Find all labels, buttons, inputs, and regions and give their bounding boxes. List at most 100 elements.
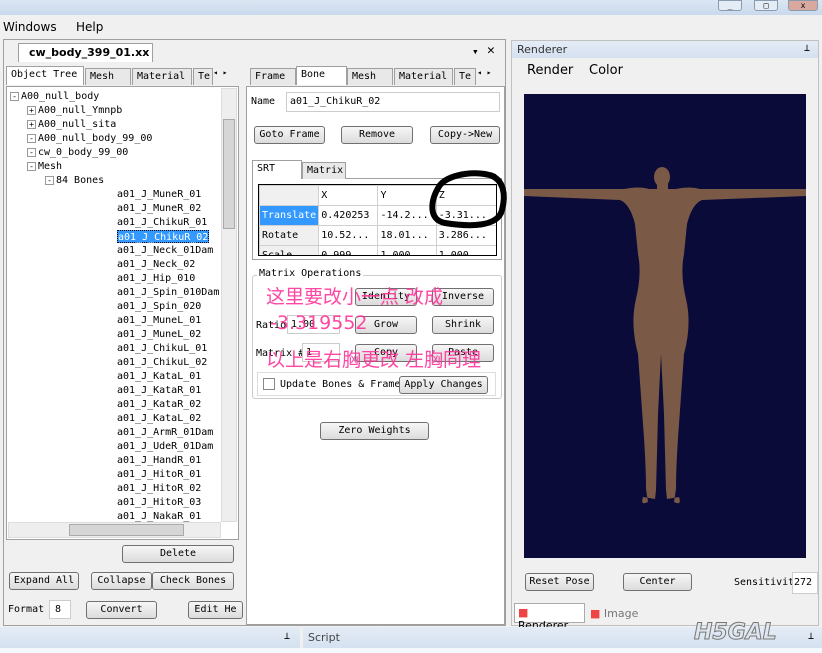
- tree-item[interactable]: a01_J_HitoR_02: [117, 482, 201, 495]
- tab-material[interactable]: Material: [132, 68, 192, 85]
- tab-matrix[interactable]: Matrix: [302, 162, 346, 179]
- tree-item[interactable]: a01_J_HitoR_03: [117, 496, 201, 509]
- tree-item-label: a01_J_Spin_020: [117, 301, 202, 312]
- tree-item[interactable]: a01_J_Hip_010: [117, 272, 195, 285]
- tab-object-tree[interactable]: Object Tree: [6, 66, 84, 85]
- cell[interactable]: 10.52...: [318, 225, 379, 246]
- check-bones-button[interactable]: Check Bones: [152, 572, 234, 590]
- collapse-icon[interactable]: -: [45, 175, 54, 185]
- edit-hex-button[interactable]: Edit He: [188, 601, 243, 619]
- apply-changes-button[interactable]: Apply Changes: [399, 376, 488, 394]
- remove-button[interactable]: Remove: [341, 126, 413, 144]
- close-window-button[interactable]: x: [788, 0, 818, 11]
- expand-all-button[interactable]: Expand All: [9, 572, 79, 590]
- cell[interactable]: 1.000: [435, 245, 496, 255]
- reset-pose-button[interactable]: Reset Pose: [525, 573, 594, 591]
- collapse-icon[interactable]: -: [27, 147, 36, 157]
- col-x: X: [318, 185, 379, 206]
- name-input[interactable]: a01_J_ChikuR_02: [286, 92, 500, 112]
- tree-item[interactable]: a01_J_KataL_01: [117, 370, 201, 383]
- collapse-icon[interactable]: -: [27, 161, 36, 171]
- tree-item[interactable]: a01_J_Spin_010Dam: [117, 286, 219, 299]
- tree-item[interactable]: a01_J_ChikuL_02: [117, 356, 207, 369]
- center-button[interactable]: Center: [623, 573, 692, 591]
- menu-color[interactable]: Color: [589, 63, 623, 78]
- goto-frame-button[interactable]: Goto Frame: [254, 126, 325, 144]
- copy-new-button[interactable]: Copy->New: [430, 126, 500, 144]
- collapse-button[interactable]: Collapse: [91, 572, 152, 590]
- dropdown-icon[interactable]: ▾: [472, 45, 479, 58]
- tree-item[interactable]: a01_J_KataL_02: [117, 412, 201, 425]
- tree-item[interactable]: a01_J_ChikuR_01: [117, 216, 207, 229]
- tree-item[interactable]: - A00_null_body: [10, 90, 99, 103]
- tree-item[interactable]: a01_J_ArmR_01Dam: [117, 426, 213, 439]
- update-bones-checkbox[interactable]: [263, 378, 275, 390]
- document-tab[interactable]: cw_body_399_01.xx: [18, 43, 153, 62]
- tab-frame[interactable]: Frame: [250, 68, 296, 85]
- menu-windows[interactable]: Windows: [3, 20, 57, 34]
- tree-hscrollbar[interactable]: [8, 522, 221, 538]
- render-viewport[interactable]: [524, 94, 806, 558]
- maximize-button[interactable]: □: [754, 0, 778, 11]
- tree-item[interactable]: a01_J_Spin_020: [117, 300, 201, 313]
- menu-render[interactable]: Render: [527, 63, 573, 78]
- tree-item-label: a01_J_Neck_01Dam: [117, 245, 214, 256]
- tab-bone[interactable]: Bone: [296, 66, 347, 85]
- tab-texture[interactable]: Te: [193, 68, 213, 85]
- tab-mesh[interactable]: Mesh: [85, 68, 131, 85]
- convert-button[interactable]: Convert: [86, 601, 157, 619]
- close-icon[interactable]: ✕: [487, 43, 495, 58]
- tree-item[interactable]: a01_J_MuneL_01: [117, 314, 201, 327]
- format-input[interactable]: 8: [49, 600, 71, 619]
- annotation-line1: 这里要改小一点 改成: [266, 286, 444, 308]
- tab-renderer[interactable]: ■ Renderer: [514, 603, 585, 632]
- tree-item[interactable]: + A00_null_sita: [27, 118, 116, 131]
- tab-image[interactable]: ■ Image: [588, 605, 640, 622]
- zero-weights-button[interactable]: Zero Weights: [320, 422, 429, 440]
- tree-item[interactable]: a01_J_HitoR_01: [117, 468, 201, 481]
- tree-item[interactable]: a01_J_Neck_01Dam: [117, 244, 213, 257]
- pin-icon[interactable]: ⊥: [808, 631, 814, 642]
- tree-item[interactable]: a01_J_KataR_01: [117, 384, 201, 397]
- tree-item-label: a01_J_UdeR_01Dam: [117, 441, 214, 452]
- cell[interactable]: 0.999: [318, 245, 379, 255]
- tree-item[interactable]: a01_J_UdeR_01Dam: [117, 440, 213, 453]
- collapse-icon[interactable]: -: [27, 133, 36, 143]
- tree-item[interactable]: - A00_null_body_99_00: [27, 132, 152, 145]
- expand-icon[interactable]: +: [27, 105, 36, 115]
- object-tree[interactable]: - A00_null_body + A00_null_Ymnpb + A00_null_s…: [6, 86, 239, 540]
- minimize-button[interactable]: _: [718, 0, 742, 11]
- pin-icon[interactable]: ⊥: [804, 43, 810, 54]
- tree-vscrollbar[interactable]: [221, 88, 237, 522]
- shrink-button[interactable]: Shrink: [432, 316, 494, 334]
- row-rotate[interactable]: Rotate: [259, 225, 320, 246]
- tab-scroll-arrows-mid[interactable]: ◂ ▸: [477, 68, 491, 77]
- tab-material-mid[interactable]: Material: [394, 68, 453, 85]
- cell[interactable]: 1.000: [377, 245, 437, 255]
- tree-item[interactable]: a01_J_MuneL_02: [117, 328, 201, 341]
- cell[interactable]: 0.420253: [318, 205, 379, 226]
- tree-item[interactable]: + A00_null_Ymnpb: [27, 104, 122, 117]
- menu-help[interactable]: Help: [76, 20, 103, 34]
- tree-item[interactable]: - cw_0_body_99_00: [27, 146, 128, 159]
- row-translate[interactable]: Translate: [259, 205, 320, 226]
- collapse-icon[interactable]: -: [10, 91, 19, 101]
- tree-item[interactable]: a01_J_ChikuR_02: [117, 230, 210, 243]
- tree-item[interactable]: a01_J_ChikuL_01: [117, 342, 207, 355]
- tab-scroll-arrows[interactable]: ◂ ▸: [213, 68, 227, 77]
- tree-item[interactable]: -84 Bones: [45, 174, 104, 187]
- tab-texture-mid[interactable]: Te: [454, 68, 476, 85]
- tree-item[interactable]: a01_J_MuneR_01: [117, 188, 201, 201]
- row-scale[interactable]: Scale: [259, 245, 320, 255]
- tree-item[interactable]: a01_J_MuneR_02: [117, 202, 201, 215]
- pin-icon[interactable]: ⊥: [284, 631, 290, 642]
- tab-srt[interactable]: SRT: [252, 160, 302, 179]
- delete-button[interactable]: Delete: [122, 545, 234, 563]
- tree-item[interactable]: a01_J_HandR_01: [117, 454, 201, 467]
- tab-mesh-mid[interactable]: Mesh: [347, 68, 393, 85]
- sensitivity-input[interactable]: 272: [792, 572, 818, 594]
- tree-item[interactable]: - Mesh: [27, 160, 62, 173]
- expand-icon[interactable]: +: [27, 119, 36, 129]
- tree-item[interactable]: a01_J_Neck_02: [117, 258, 195, 271]
- tree-item[interactable]: a01_J_KataR_02: [117, 398, 201, 411]
